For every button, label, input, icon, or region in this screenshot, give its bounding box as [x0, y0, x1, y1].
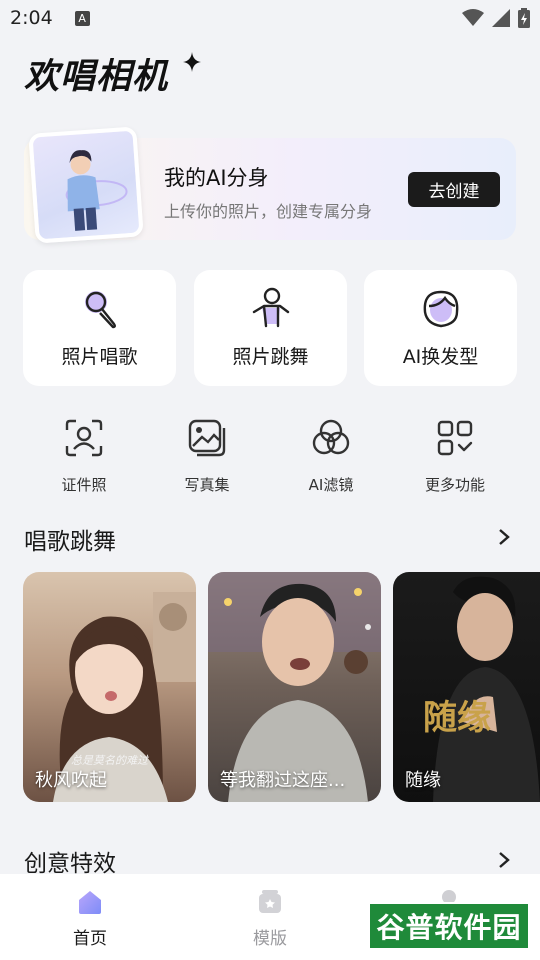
photo-album-icon — [188, 419, 226, 457]
video-overlay-text: 随缘 — [423, 698, 491, 738]
tool-id-photo[interactable]: 证件照 — [24, 416, 144, 495]
tool-label: 更多功能 — [424, 476, 485, 494]
dancer-icon — [252, 287, 289, 328]
microphone-icon — [84, 291, 116, 329]
video-title: 随缘 — [405, 770, 441, 791]
tool-label: AI滤镜 — [308, 476, 354, 494]
app-title: 欢唱相机 — [24, 57, 169, 97]
notification-icon: A — [74, 10, 90, 26]
feature-card-photo-dance[interactable]: 照片跳舞 — [194, 270, 347, 386]
status-time: 2:04 — [10, 7, 53, 29]
template-icon — [259, 890, 281, 913]
battery-icon — [518, 8, 530, 28]
video-title: 等我翻过这座... — [220, 770, 346, 791]
nav-item-home[interactable]: 首页 — [50, 888, 130, 949]
tool-label: 证件照 — [61, 476, 107, 494]
section-title-effects: 创意特效 — [24, 851, 116, 877]
chevron-right-icon[interactable] — [496, 528, 512, 546]
signal-icon — [492, 9, 510, 27]
filter-icon — [312, 419, 350, 455]
nav-label: 首页 — [73, 929, 107, 949]
section-title-sing-dance: 唱歌跳舞 — [24, 529, 116, 555]
wifi-icon — [462, 9, 484, 26]
feature-card-photo-sing[interactable]: 照片唱歌 — [23, 270, 176, 386]
video-card[interactable]: 等我翻过这座... — [208, 572, 381, 802]
sparkle-icon — [183, 52, 201, 72]
banner-subtitle: 上传你的照片，创建专属分身 — [164, 202, 373, 221]
nav-item-templates[interactable]: 模版 — [230, 888, 310, 949]
watermark-logo: 谷普软件园 — [368, 902, 530, 950]
status-icons — [462, 8, 530, 28]
hairstyle-icon — [423, 290, 458, 328]
feature-label: 照片唱歌 — [61, 346, 138, 368]
feature-card-ai-hairstyle[interactable]: AI换发型 — [364, 270, 517, 386]
home-icon — [79, 891, 101, 914]
video-card[interactable]: 总是莫名的难过 秋风吹起 — [23, 572, 196, 802]
feature-label: 照片跳舞 — [232, 346, 309, 368]
nav-label: 模版 — [253, 929, 287, 949]
more-grid-icon — [437, 420, 473, 456]
chevron-right-icon[interactable] — [496, 851, 512, 869]
ai-avatar-banner[interactable]: 我的AI分身 上传你的照片，创建专属分身 去创建 — [24, 126, 516, 244]
video-card[interactable]: 随缘 随缘 — [393, 572, 540, 802]
banner-title: 我的AI分身 — [164, 166, 269, 190]
video-title: 秋风吹起 — [35, 770, 107, 791]
status-bar: 2:04 A — [0, 0, 540, 36]
avatar-preview-image — [28, 126, 144, 244]
feature-label: AI换发型 — [402, 346, 479, 368]
tool-label: 写真集 — [184, 476, 230, 494]
tool-more-features[interactable]: 更多功能 — [395, 416, 515, 495]
id-photo-icon — [65, 419, 103, 457]
tool-photo-album[interactable]: 写真集 — [147, 416, 267, 495]
create-avatar-button[interactable]: 去创建 — [408, 172, 500, 207]
tool-ai-filter[interactable]: AI滤镜 — [271, 416, 391, 495]
